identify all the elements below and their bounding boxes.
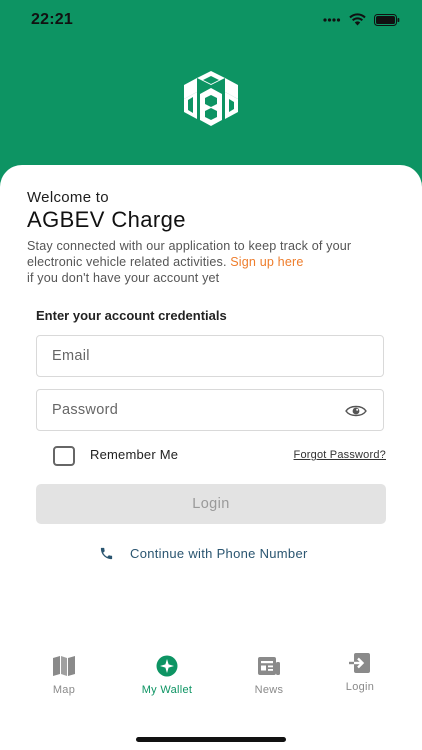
phone-label: Continue with Phone Number	[130, 545, 308, 561]
tab-my-wallet-label: My Wallet	[141, 684, 193, 696]
bottom-tab-bar: Map My Wallet News Login	[0, 652, 422, 715]
remember-me-label[interactable]: Remember Me	[90, 447, 178, 462]
tab-login-label: Login	[345, 681, 375, 693]
status-icons	[323, 13, 400, 26]
wallet-icon	[156, 655, 178, 677]
tab-map-label: Map	[52, 684, 76, 696]
continue-with-phone-button[interactable]: Continue with Phone Number	[99, 544, 308, 562]
tab-my-wallet[interactable]: My Wallet	[127, 655, 207, 696]
tab-login[interactable]: Login	[320, 652, 400, 693]
wifi-icon	[349, 13, 366, 26]
welcome-label: Welcome to	[27, 189, 109, 206]
credentials-heading: Enter your account credentials	[36, 308, 227, 323]
email-field[interactable]: Email	[36, 335, 384, 377]
status-bar: 22:21	[0, 0, 422, 42]
forgot-password-link[interactable]: Forgot Password?	[294, 449, 386, 461]
app-title: AGBEV Charge	[27, 207, 186, 232]
password-field[interactable]: Password	[36, 389, 384, 431]
tab-news[interactable]: News	[229, 655, 309, 696]
password-placeholder: Password	[52, 402, 119, 418]
remember-me-checkbox[interactable]	[53, 446, 75, 466]
login-button[interactable]: Login	[36, 484, 386, 524]
signup-link[interactable]: Sign up here	[230, 255, 303, 269]
home-indicator	[136, 737, 286, 742]
login-icon	[349, 653, 370, 673]
eye-icon[interactable]	[345, 403, 367, 419]
agbev-logo	[184, 71, 238, 126]
intro-suffix: if you don't have your account yet	[27, 271, 220, 285]
signal-icon	[323, 17, 341, 22]
news-icon	[258, 657, 280, 675]
map-icon	[53, 656, 75, 676]
status-time: 22:21	[31, 11, 73, 28]
battery-icon	[374, 13, 400, 26]
tab-news-label: News	[254, 684, 284, 696]
tab-map[interactable]: Map	[24, 655, 104, 696]
email-placeholder: Email	[52, 348, 90, 364]
intro-text: Stay connected with our application to k…	[27, 238, 397, 286]
phone-icon	[100, 547, 113, 559]
